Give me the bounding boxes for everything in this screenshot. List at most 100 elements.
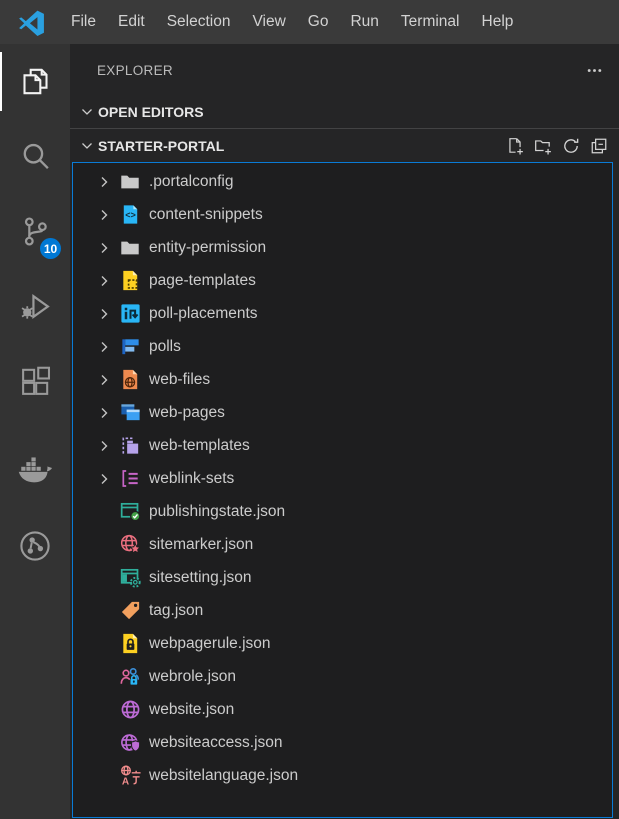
menu-item-edit[interactable]: Edit <box>107 0 156 44</box>
menu-item-view[interactable]: View <box>241 0 296 44</box>
tree-item-label: tag.json <box>149 602 203 620</box>
menu-item-help[interactable]: Help <box>471 0 525 44</box>
sidebar-title: EXPLORER <box>97 63 173 78</box>
tree-item-web-pages[interactable]: web-pages <box>73 396 612 429</box>
tree-item-label: content-snippets <box>149 206 263 224</box>
tree-item-websitelanguage[interactable]: A websitelanguage.json <box>73 759 612 792</box>
tree-item-web-files[interactable]: web-files <box>73 363 612 396</box>
chevron-right-icon[interactable] <box>96 273 118 289</box>
tree-item-label: page-templates <box>149 272 256 290</box>
tree-item-portalconfig[interactable]: .portalconfig <box>73 165 612 198</box>
folder-icon <box>118 170 142 194</box>
docker-icon <box>17 454 53 487</box>
chevron-right-icon[interactable] <box>96 405 118 421</box>
people-lock-icon <box>118 665 142 689</box>
tree-item-label: .portalconfig <box>149 173 233 191</box>
menu-item-selection[interactable]: Selection <box>156 0 242 44</box>
tree-item-label: websitelanguage.json <box>149 767 298 785</box>
title-bar: File Edit Selection View Go Run Terminal… <box>0 0 619 44</box>
tree-item-tag[interactable]: tag.json <box>73 594 612 627</box>
refresh-button[interactable] <box>562 137 580 155</box>
vscode-logo-icon <box>18 9 45 36</box>
tree-item-label: entity-permission <box>149 239 266 257</box>
new-folder-button[interactable] <box>534 137 552 155</box>
template-page-icon <box>118 269 142 293</box>
tree-item-poll-placements[interactable]: poll-placements <box>73 297 612 330</box>
chevron-right-icon[interactable] <box>96 438 118 454</box>
tree-item-website[interactable]: website.json <box>73 693 612 726</box>
activity-explorer[interactable] <box>0 44 70 119</box>
window-check-icon <box>118 500 142 524</box>
section-open-editors[interactable]: OPEN EDITORS <box>70 96 619 128</box>
menu-item-terminal[interactable]: Terminal <box>390 0 471 44</box>
section-actions <box>506 137 619 155</box>
window-gear-icon <box>118 566 142 590</box>
chevron-down-icon <box>76 138 98 154</box>
collapse-all-icon <box>590 137 608 155</box>
page-lock-icon <box>118 632 142 656</box>
tree-item-page-templates[interactable]: page-templates <box>73 264 612 297</box>
menu-item-file[interactable]: File <box>60 0 107 44</box>
translate-globe-icon: A <box>118 764 142 788</box>
svg-text:<>: <> <box>125 210 136 220</box>
tree-item-webpagerule[interactable]: webpagerule.json <box>73 627 612 660</box>
section-label: OPEN EDITORS <box>98 104 204 120</box>
chevron-right-icon[interactable] <box>96 471 118 487</box>
dashed-template-icon <box>118 434 142 458</box>
file-tree[interactable]: .portalconfig <> content-snippets <box>72 162 613 818</box>
section-label: STARTER-PORTAL <box>98 138 224 154</box>
git-graph-icon <box>18 529 52 563</box>
activity-run-debug[interactable] <box>0 269 70 344</box>
globe-page-icon <box>118 368 142 392</box>
section-starter-portal[interactable]: STARTER-PORTAL <box>70 128 619 162</box>
collapse-all-button[interactable] <box>590 137 608 155</box>
tree-item-publishingstate[interactable]: publishingstate.json <box>73 495 612 528</box>
activity-search[interactable] <box>0 119 70 194</box>
search-icon <box>19 140 52 173</box>
activity-source-control[interactable]: 10 <box>0 194 70 269</box>
globe-icon <box>118 698 142 722</box>
activity-bar: 10 <box>0 44 70 819</box>
views-more-actions-button[interactable] <box>586 62 603 79</box>
chevron-down-icon <box>76 104 98 120</box>
tree-item-label: website.json <box>149 701 234 719</box>
source-control-badge: 10 <box>40 238 61 259</box>
tree-item-weblink-sets[interactable]: weblink-sets <box>73 462 612 495</box>
menu-item-go[interactable]: Go <box>297 0 340 44</box>
extensions-icon <box>19 365 52 398</box>
chevron-right-icon[interactable] <box>96 174 118 190</box>
tree-item-label: web-pages <box>149 404 225 422</box>
svg-text:A: A <box>121 777 128 787</box>
activity-git-graph[interactable] <box>0 508 70 583</box>
chevron-right-icon[interactable] <box>96 306 118 322</box>
globe-shield-icon <box>118 731 142 755</box>
tree-item-label: poll-placements <box>149 305 258 323</box>
tag-icon <box>118 599 142 623</box>
tree-item-websiteaccess[interactable]: websiteaccess.json <box>73 726 612 759</box>
chevron-right-icon[interactable] <box>96 339 118 355</box>
tree-item-web-templates[interactable]: web-templates <box>73 429 612 462</box>
tree-item-entity-permission[interactable]: entity-permission <box>73 231 612 264</box>
chevron-right-icon[interactable] <box>96 240 118 256</box>
debug-icon <box>19 290 52 323</box>
chevron-right-icon[interactable] <box>96 372 118 388</box>
sync-square-icon <box>118 302 142 326</box>
new-file-icon <box>506 137 524 155</box>
tree-item-sitesetting[interactable]: sitesetting.json <box>73 561 612 594</box>
tree-item-content-snippets[interactable]: <> content-snippets <box>73 198 612 231</box>
activity-extensions[interactable] <box>0 344 70 419</box>
activity-docker[interactable] <box>0 433 70 508</box>
tree-item-label: polls <box>149 338 181 356</box>
sidebar-title-bar: EXPLORER <box>70 44 619 96</box>
new-file-button[interactable] <box>506 137 524 155</box>
menu-item-run[interactable]: Run <box>339 0 389 44</box>
tree-item-webrole[interactable]: webrole.json <box>73 660 612 693</box>
tree-item-sitemarker[interactable]: sitemarker.json <box>73 528 612 561</box>
tree-item-polls[interactable]: polls <box>73 330 612 363</box>
tree-item-label: webrole.json <box>149 668 236 686</box>
stacked-windows-icon <box>118 401 142 425</box>
link-list-icon <box>118 467 142 491</box>
folder-icon <box>118 236 142 260</box>
tree-item-label: sitemarker.json <box>149 536 253 554</box>
chevron-right-icon[interactable] <box>96 207 118 223</box>
